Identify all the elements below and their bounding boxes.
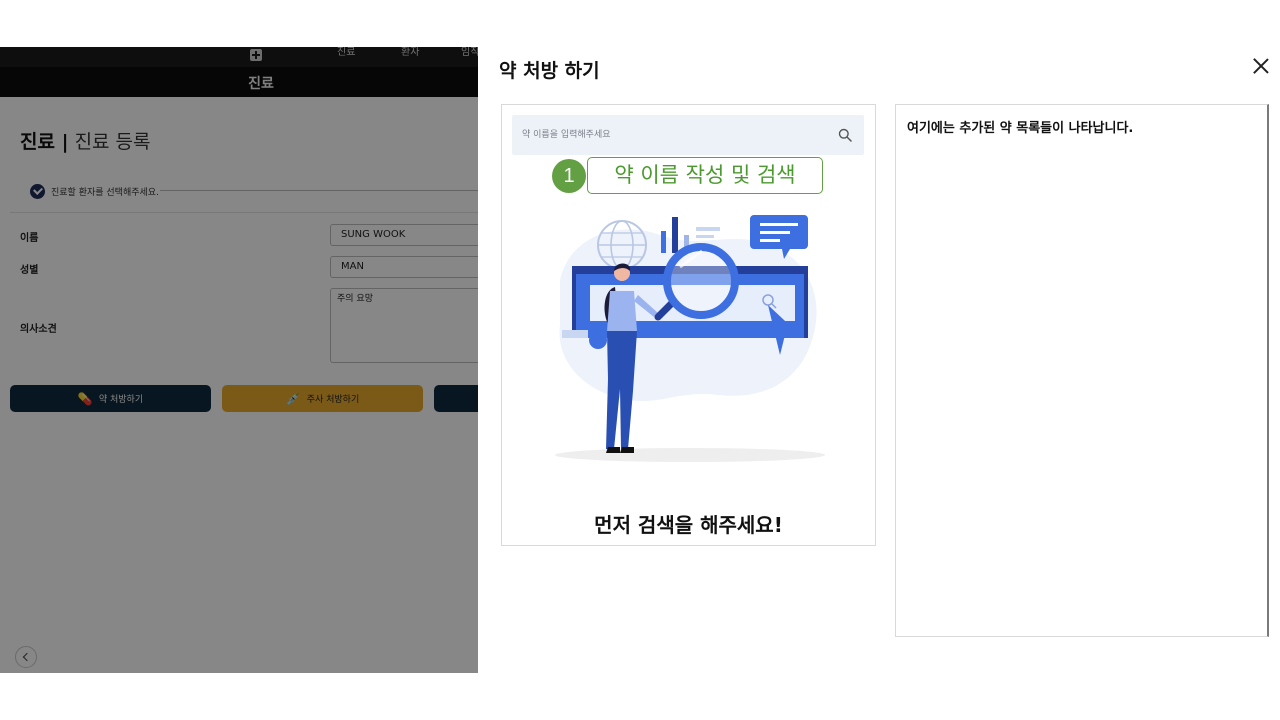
drug-search-input[interactable] <box>512 115 832 155</box>
annotation-badge: 1 <box>552 159 586 193</box>
screen: 진료 환자 임직 진료 진료 | 진료 등록 진료할 환자를 선택해주세요. 이… <box>0 0 1280 720</box>
modal-title: 약 처방 하기 <box>499 60 600 82</box>
drug-list-hint: 여기에는 추가된 약 목록들이 나타납니다. <box>907 121 1134 136</box>
close-icon[interactable] <box>1252 57 1270 75</box>
search-illustration <box>555 215 825 462</box>
prescribe-drug-modal: 약 처방 하기 1 약 이름 작성 및 검색 <box>478 47 1280 673</box>
search-icon[interactable] <box>838 128 852 142</box>
empty-search-message: 먼저 검색을 해주세요! <box>594 513 783 537</box>
annotation-label: 약 이름 작성 및 검색 <box>587 157 823 194</box>
modal-backdrop[interactable] <box>0 47 478 673</box>
added-drug-list-panel: 여기에는 추가된 약 목록들이 나타납니다. <box>895 104 1269 637</box>
search-panel: 1 약 이름 작성 및 검색 <box>501 104 876 546</box>
search-box <box>512 115 864 155</box>
